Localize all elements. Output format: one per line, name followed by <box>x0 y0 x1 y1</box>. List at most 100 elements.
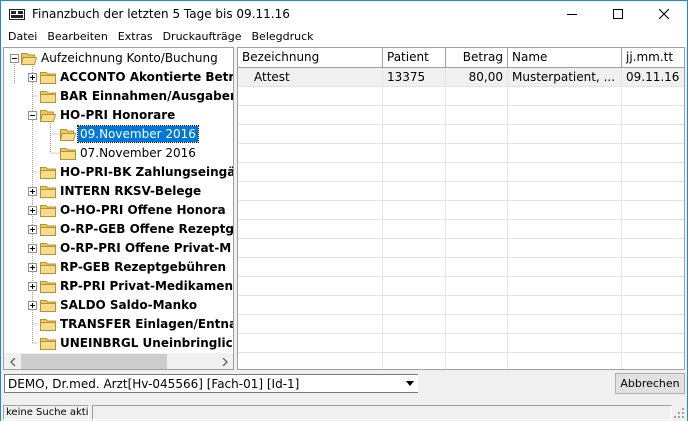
chevron-right-icon <box>222 357 228 366</box>
folder-icon <box>40 300 56 312</box>
expand-icon[interactable] <box>28 73 37 82</box>
tree-item-bar[interactable]: BAR Einnahmen/Ausgaben <box>4 87 234 106</box>
table-row-empty <box>238 144 684 163</box>
scroll-thumb[interactable] <box>21 354 167 369</box>
tree-item-07-november-2016[interactable]: 07.November 2016 <box>4 144 233 163</box>
expand-icon[interactable] <box>28 187 37 196</box>
minimize-icon <box>567 14 577 15</box>
collapse-icon[interactable] <box>10 54 19 63</box>
folder-icon <box>40 91 56 103</box>
tree-item-acconto[interactable]: ACCONTO Akontierte Betr <box>4 68 234 87</box>
folder-icon <box>60 148 76 160</box>
table-row-empty <box>238 87 684 106</box>
status-bar: keine Suche aktiv <box>1 404 687 421</box>
expand-icon[interactable] <box>28 206 37 215</box>
tree-item-transfer[interactable]: TRANSFER Einlagen/Entnal <box>4 315 233 334</box>
chevron-left-icon <box>9 357 15 366</box>
tree-item-label: 09.November 2016 <box>77 125 199 143</box>
column-header-betrag[interactable]: Betrag <box>446 48 508 68</box>
tree-item-uneinbrgl[interactable]: UNEINBRGL Uneinbringlich <box>4 334 234 353</box>
tree-horizontal-scrollbar[interactable] <box>4 353 233 369</box>
folder-icon <box>40 224 56 236</box>
tree-item-rp-pri[interactable]: RP-PRI Privat-Medikament <box>4 277 234 296</box>
tree-item-ho-pri-bk[interactable]: HO-PRI-BK Zahlungseingär <box>4 163 234 182</box>
tree-item-rp-geb[interactable]: RP-GEB Rezeptgebühren <box>4 258 233 277</box>
booking-grid[interactable]: Bezeichnung Patient Betrag Name jj.mm.tt… <box>237 47 685 370</box>
tree-item-label: ACCONTO Akontierte Betr <box>60 70 234 84</box>
folder-icon <box>40 262 56 274</box>
close-icon <box>659 9 669 19</box>
cell-bezeichnung: Attest <box>238 68 383 87</box>
tree-item-o-ho-pri[interactable]: O-HO-PRI Offene Honora <box>4 201 233 220</box>
table-row-empty <box>238 201 684 220</box>
tree-item-o-rp-geb[interactable]: O-RP-GEB Offene Rezeptg <box>4 220 234 239</box>
dropdown-button[interactable] <box>401 375 418 392</box>
column-header-patient[interactable]: Patient <box>383 48 446 68</box>
tree-item-o-rp-pri[interactable]: O-RP-PRI Offene Privat-M <box>4 239 233 258</box>
table-row-empty <box>238 277 684 296</box>
close-button[interactable] <box>641 1 687 27</box>
tree-item-intern[interactable]: INTERN RKSV-Belege <box>4 182 233 201</box>
expand-icon[interactable] <box>28 225 37 234</box>
menu-druckauftraege[interactable]: Druckaufträge <box>158 27 247 47</box>
title-bar[interactable]: Finanzbuch der letzten 5 Tage bis 09.11.… <box>1 1 687 27</box>
menu-datei[interactable]: Datei <box>3 27 42 47</box>
tree-item-label: UNEINBRGL Uneinbringlich <box>60 336 234 350</box>
expand-icon[interactable] <box>28 244 37 253</box>
scroll-right-button[interactable] <box>216 353 233 369</box>
menu-bar: Datei Bearbeiten Extras Druckaufträge Be… <box>1 27 687 47</box>
tree-item-saldo[interactable]: SALDO Saldo-Manko <box>4 296 233 315</box>
minimize-button[interactable] <box>549 1 595 27</box>
tree-item-label: HO-PRI-BK Zahlungseingär <box>60 165 234 179</box>
table-row-empty <box>238 239 684 258</box>
folder-open-icon <box>21 53 37 65</box>
column-header-bezeichnung[interactable]: Bezeichnung <box>238 48 383 68</box>
doctor-select[interactable]: DEMO, Dr.med. Arzt[Hv-045566] [Fach-01] … <box>4 374 418 393</box>
expand-icon[interactable] <box>28 263 37 272</box>
column-header-datum[interactable]: jj.mm.tt <box>622 48 684 68</box>
table-row-empty <box>238 106 684 125</box>
tree-item-label: O-HO-PRI Offene Honora <box>60 203 226 217</box>
column-header-name[interactable]: Name <box>508 48 622 68</box>
scroll-left-button[interactable] <box>4 353 21 369</box>
cancel-button[interactable]: Abbrechen <box>615 373 685 394</box>
table-row-empty <box>238 125 684 144</box>
folder-icon <box>40 243 56 255</box>
table-row[interactable]: Attest 13375 80,00 Musterpatient, ... 09… <box>238 68 684 87</box>
menu-belegdruck[interactable]: Belegdruck <box>247 27 319 47</box>
table-row-empty <box>238 163 684 182</box>
tree-item-label: BAR Einnahmen/Ausgaben <box>60 89 234 103</box>
cell-datum: 09.11.16 <box>622 68 684 87</box>
maximize-icon <box>613 9 623 19</box>
tree-item-09-november-2016[interactable]: 09.November 2016 <box>4 125 233 144</box>
menu-extras[interactable]: Extras <box>113 27 158 47</box>
tree-item-label: O-RP-PRI Offene Privat-M <box>60 241 232 255</box>
tree-view[interactable]: Aufzeichnung Konto/Buchung ACCONTO Akont… <box>3 47 234 370</box>
maximize-button[interactable] <box>595 1 641 27</box>
tree-item-label: 07.November 2016 <box>80 146 196 160</box>
app-window: Finanzbuch der letzten 5 Tage bis 09.11.… <box>0 0 688 421</box>
tree-item-label: INTERN RKSV-Belege <box>60 184 202 198</box>
expand-icon[interactable] <box>28 282 37 291</box>
cell-betrag: 80,00 <box>446 68 508 87</box>
folder-icon <box>40 72 56 84</box>
collapse-icon[interactable] <box>28 111 37 120</box>
folder-open-icon <box>60 129 76 141</box>
table-row-empty <box>238 258 684 277</box>
expand-icon[interactable] <box>28 301 37 310</box>
folder-icon <box>40 281 56 293</box>
tree-item-label: HO-PRI Honorare <box>60 108 176 122</box>
tree-item-ho-pri[interactable]: HO-PRI Honorare <box>4 106 233 125</box>
tree-item-label: RP-PRI Privat-Medikament <box>60 279 234 293</box>
table-row-empty <box>238 334 684 353</box>
grid-header: Bezeichnung Patient Betrag Name jj.mm.tt <box>238 48 684 68</box>
resize-grip-icon[interactable] <box>673 407 685 419</box>
folder-open-icon <box>40 110 56 122</box>
tree-item-root[interactable]: Aufzeichnung Konto/Buchung <box>4 49 233 68</box>
folder-icon <box>40 338 56 350</box>
tree-item-label: O-RP-GEB Offene Rezeptg <box>60 222 234 236</box>
menu-bearbeiten[interactable]: Bearbeiten <box>42 27 112 47</box>
tree-item-label: RP-GEB Rezeptgebühren <box>60 260 227 274</box>
folder-icon <box>40 319 56 331</box>
table-row-empty <box>238 315 684 334</box>
